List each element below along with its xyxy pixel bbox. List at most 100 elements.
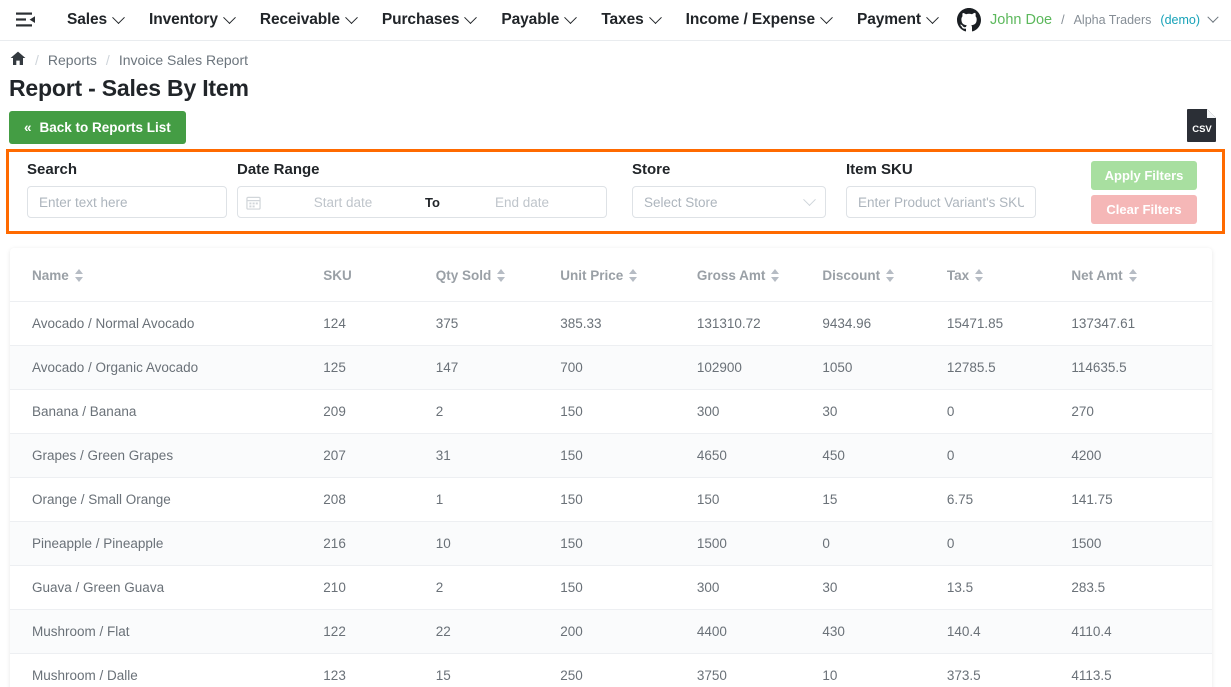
end-date-input[interactable]: End date	[446, 195, 598, 210]
start-date-input[interactable]: Start date	[267, 195, 419, 210]
nav-item-receivable[interactable]: Receivable	[247, 10, 369, 29]
nav-menu: Sales Inventory Receivable Purchases Pay…	[54, 10, 951, 29]
item-sku-input[interactable]: Enter Product Variant's SKU	[846, 186, 1036, 218]
store-select[interactable]: Select Store	[632, 186, 826, 218]
sort-icon[interactable]	[497, 269, 506, 282]
cell-net-amt: 4113.5	[1071, 653, 1212, 687]
nav-item-payment[interactable]: Payment	[844, 10, 950, 29]
home-icon[interactable]	[10, 51, 26, 69]
cell-name: Banana / Banana	[10, 389, 324, 434]
cell-sku: 208	[323, 477, 436, 522]
menu-fold-icon[interactable]	[8, 5, 44, 35]
cell-name: Avocado / Organic Avocado	[10, 345, 324, 390]
user-account-menu[interactable]: John Doe / Alpha Traders (demo)	[951, 8, 1219, 32]
table-row[interactable]: Pineapple / Pineapple 216 10 150 1500 0 0 1500	[10, 521, 1212, 566]
cell-discount: 15	[822, 477, 947, 522]
table-row[interactable]: Orange / Small Orange 208 1 150 150 15 6.75 141…	[10, 477, 1212, 522]
cell-net-amt: 137347.61	[1071, 301, 1212, 346]
user-name: John Doe	[990, 12, 1053, 28]
column-header-name[interactable]: Name	[10, 248, 324, 302]
table-row[interactable]: Grapes / Green Grapes 207 31 150 4650 450 0 420…	[10, 433, 1212, 478]
nav-item-taxes[interactable]: Taxes	[588, 10, 672, 29]
filter-buttons: Apply Filters Clear Filters	[1091, 161, 1197, 224]
cell-qty-sold: 15	[435, 653, 561, 687]
cell-net-amt: 283.5	[1071, 565, 1212, 610]
breadcrumb-item-invoice-sales-report[interactable]: Invoice Sales Report	[119, 52, 248, 68]
table-row[interactable]: Mushroom / Flat 122 22 200 4400 430 140.4 4110.…	[10, 609, 1212, 654]
nav-item-payable[interactable]: Payable	[488, 10, 588, 29]
cell-unit-price: 150	[560, 521, 697, 566]
demo-badge: (demo)	[1160, 13, 1200, 27]
column-label: Unit Price	[560, 268, 624, 283]
nav-item-income-expense[interactable]: Income / Expense	[673, 10, 844, 29]
sort-icon[interactable]	[1128, 269, 1138, 282]
nav-item-label: Payable	[501, 11, 560, 28]
cell-tax: 13.5	[946, 565, 1072, 610]
back-button-label: Back to Reports List	[39, 120, 171, 135]
cell-name: Avocado / Normal Avocado	[10, 301, 324, 346]
column-header-unit-price[interactable]: Unit Price	[560, 248, 697, 302]
column-header-discount[interactable]: Discount	[822, 248, 947, 302]
menu-fold-icon-glyph	[16, 12, 35, 26]
sort-icon[interactable]	[886, 269, 895, 282]
search-label: Search	[27, 161, 78, 178]
table-row[interactable]: Avocado / Organic Avocado 125 147 700 102900…	[10, 345, 1212, 390]
column-header-gross-amt[interactable]: Gross Amt	[696, 248, 823, 302]
organization-name: Alpha Traders	[1073, 13, 1152, 27]
cell-unit-price: 150	[560, 477, 697, 522]
filters-panel: Search Enter text here Date Range Start …	[6, 149, 1225, 234]
cell-gross-amt: 300	[696, 389, 823, 434]
export-csv-button[interactable]: CSV	[1187, 108, 1217, 142]
cell-name: Mushroom / Dalle	[10, 653, 324, 687]
column-label: Net Amt	[1071, 268, 1123, 283]
cell-sku: 209	[323, 389, 436, 434]
breadcrumb-item-reports[interactable]: Reports	[48, 52, 97, 68]
apply-filters-button[interactable]: Apply Filters	[1091, 161, 1197, 190]
column-label: Gross Amt	[696, 268, 766, 283]
search-input[interactable]: Enter text here	[27, 186, 227, 218]
action-bar: « Back to Reports List CSV	[0, 102, 1231, 149]
column-header-net-amt[interactable]: Net Amt	[1071, 248, 1212, 302]
github-icon	[957, 8, 982, 32]
column-header-sku[interactable]: SKU	[323, 248, 436, 302]
sort-icon[interactable]	[74, 269, 84, 282]
table-row[interactable]: Avocado / Normal Avocado 124 375 385.33 1313…	[10, 301, 1212, 346]
column-header-tax[interactable]: Tax	[946, 248, 1072, 302]
search-input-placeholder: Enter text here	[39, 194, 128, 210]
table-row[interactable]: Guava / Green Guava 210 2 150 300 30 13.5 283.5	[10, 565, 1212, 610]
cell-gross-amt: 102900	[696, 345, 823, 390]
table-row[interactable]: Mushroom / Dalle 123 15 250 3750 10 373.5 4113.…	[10, 653, 1212, 687]
table-row[interactable]: Banana / Banana 209 2 150 300 30 0 270	[10, 389, 1212, 434]
cell-unit-price: 150	[560, 565, 697, 610]
cell-gross-amt: 131310.72	[696, 301, 823, 346]
filter-search: Search Enter text here	[27, 161, 227, 218]
item-sku-input-placeholder: Enter Product Variant's SKU	[858, 194, 1024, 210]
cell-gross-amt: 4650	[696, 433, 823, 478]
date-range-label: Date Range	[237, 161, 320, 178]
cell-tax: 0	[946, 433, 1072, 478]
cell-net-amt: 114635.5	[1071, 345, 1212, 390]
nav-item-purchases[interactable]: Purchases	[369, 10, 489, 29]
cell-discount: 30	[822, 565, 947, 610]
cell-discount: 30	[822, 389, 947, 434]
cell-sku: 123	[323, 653, 436, 687]
nav-item-label: Purchases	[381, 11, 460, 28]
column-header-qty-sold[interactable]: Qty Sold	[435, 248, 561, 302]
sales-by-item-card: Name SKU Qty Sold Unit Price Gross Amt D…	[10, 248, 1212, 687]
sort-icon[interactable]	[975, 269, 984, 282]
cell-net-amt: 141.75	[1071, 477, 1212, 522]
svg-text:CSV: CSV	[1192, 124, 1212, 135]
sort-icon[interactable]	[771, 269, 780, 282]
sort-icon[interactable]	[629, 269, 638, 282]
csv-file-icon: CSV	[1187, 109, 1216, 142]
chevron-down-icon	[926, 10, 939, 24]
back-to-reports-list-button[interactable]: « Back to Reports List	[9, 111, 186, 144]
nav-item-sales[interactable]: Sales	[54, 10, 136, 29]
nav-item-inventory[interactable]: Inventory	[136, 10, 247, 29]
date-range-picker[interactable]: Start date To End date	[237, 186, 607, 218]
breadcrumb-separator: /	[35, 52, 39, 68]
chevron-down-icon	[820, 10, 833, 24]
clear-filters-button[interactable]: Clear Filters	[1091, 195, 1197, 224]
cell-discount: 0	[822, 521, 947, 566]
cell-discount: 9434.96	[822, 301, 947, 346]
